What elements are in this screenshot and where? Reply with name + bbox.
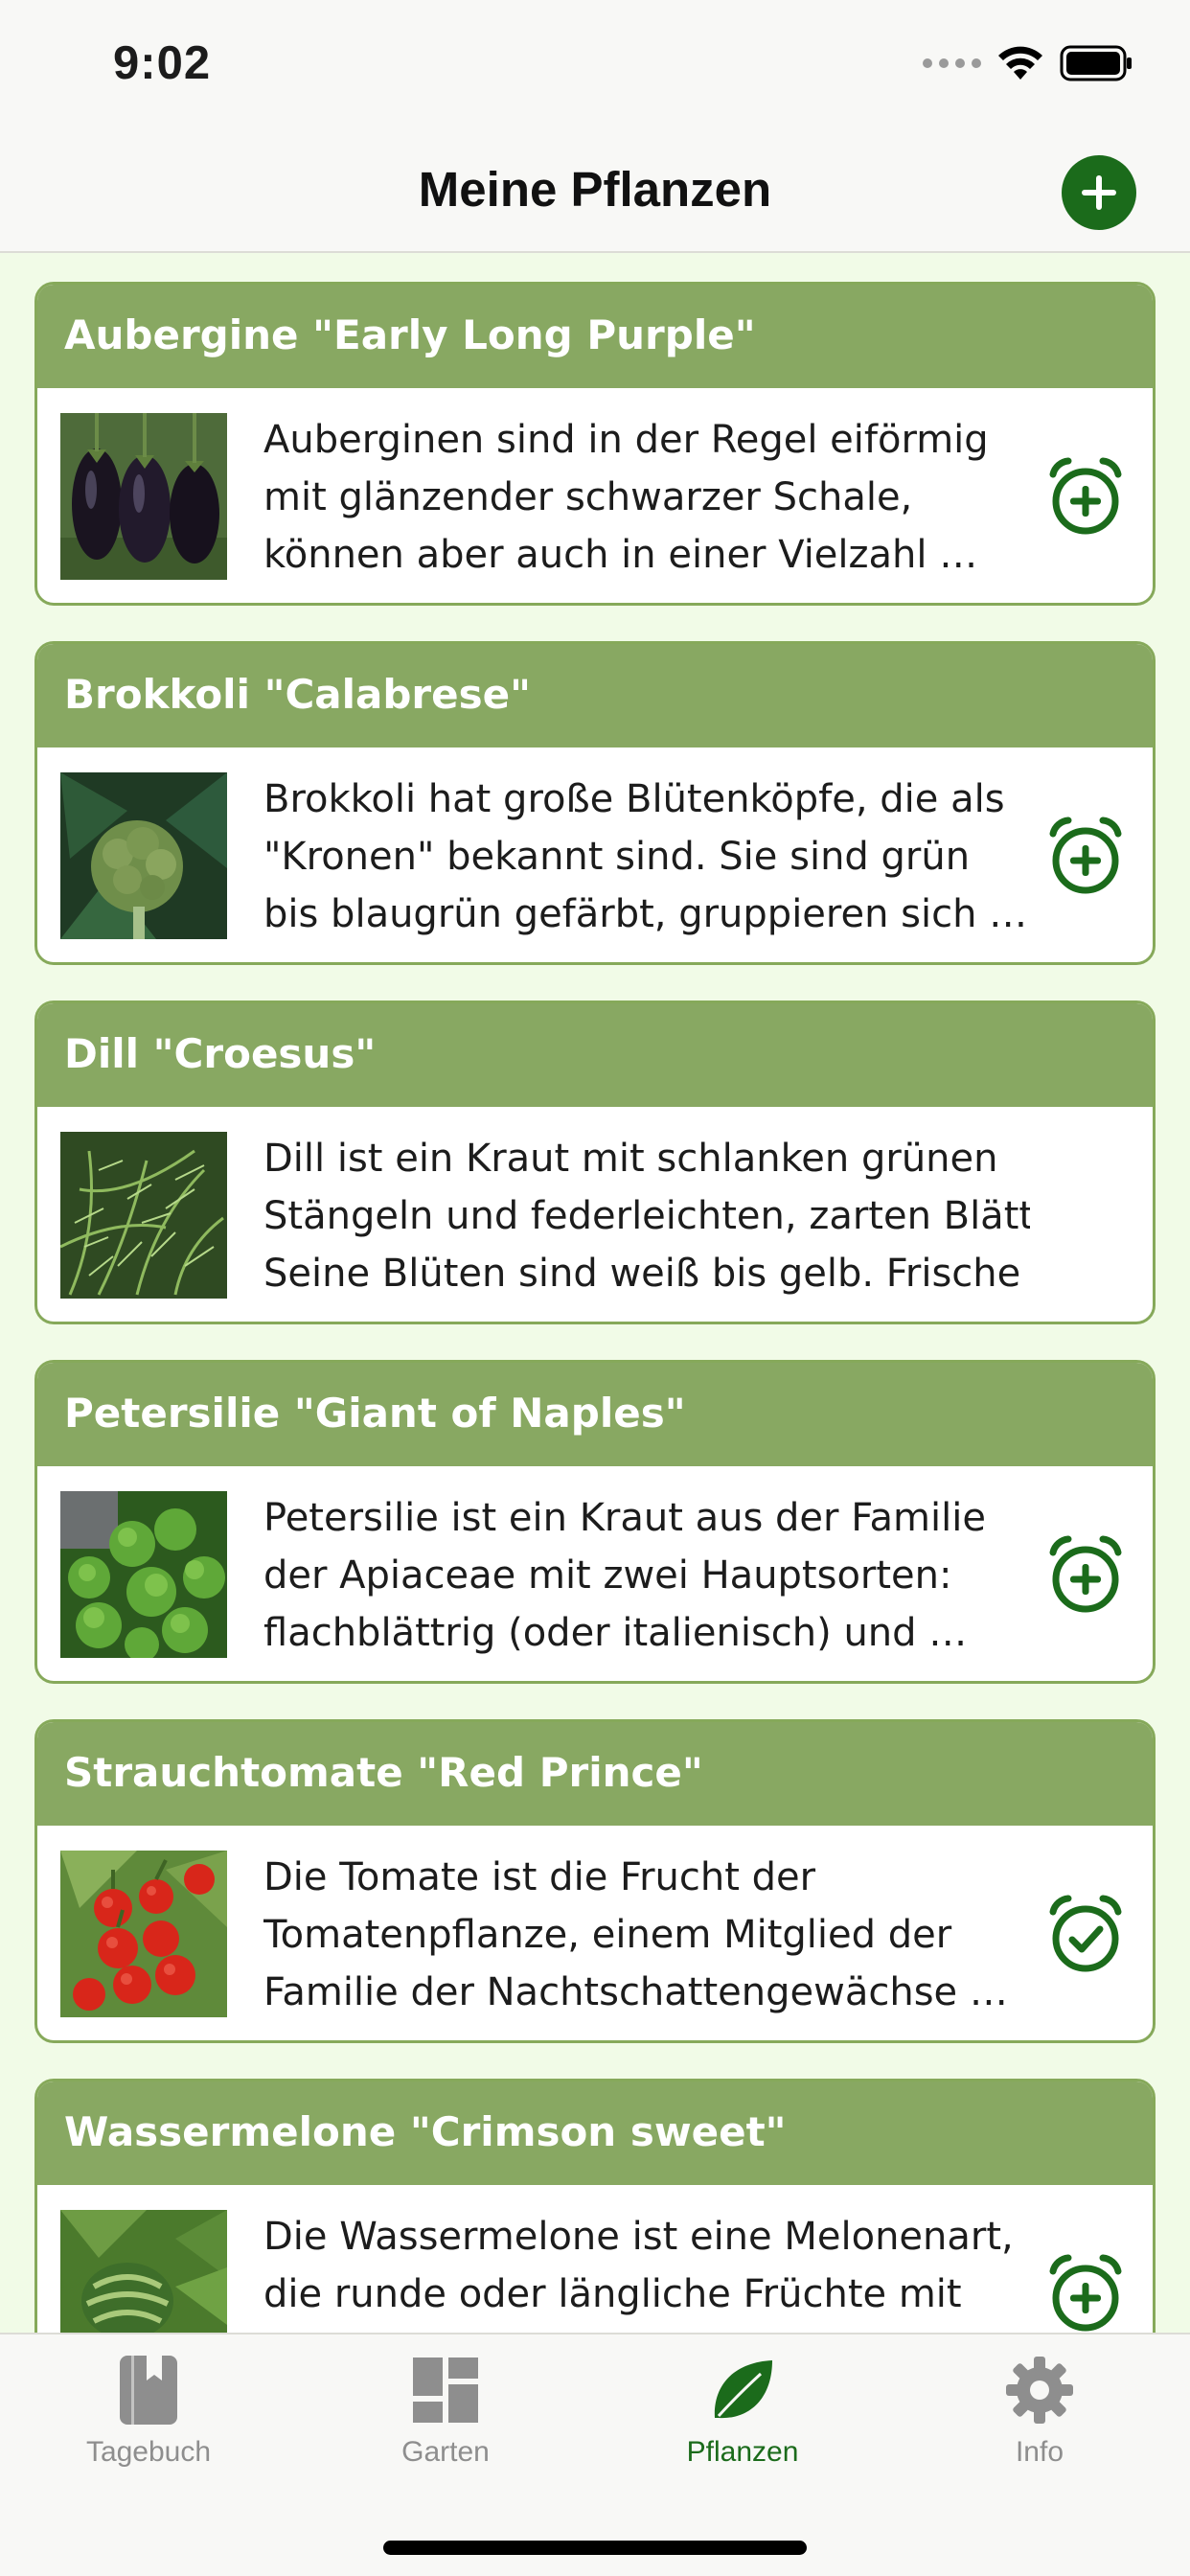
plant-card-body: Brokkoli hat große Blütenköpfe, die als …	[37, 748, 1153, 962]
dill-image	[60, 1132, 227, 1299]
plant-card-body: Auberginen sind in der Regel eiförmig mi…	[37, 388, 1153, 603]
plant-name: Wassermelone "Crimson sweet"	[37, 2082, 1153, 2185]
navigation-bar: Meine Pflanzen	[0, 134, 1190, 253]
description-line: die runde oder längliche Früchte mit	[263, 2272, 962, 2316]
tab-pflanzen[interactable]: Pflanzen	[594, 2334, 891, 2507]
description-line: Die Tomate ist die Frucht der	[263, 1855, 816, 1899]
plant-name: Aubergine "Early Long Purple"	[37, 285, 1153, 388]
page-title: Meine Pflanzen	[418, 162, 772, 217]
status-time: 9:02	[113, 37, 212, 89]
plant-card-body: Petersilie ist ein Kraut aus der Familie…	[37, 1466, 1153, 1681]
plant-card-body: Die Wassermelone ist eine Melonenart, di…	[37, 2185, 1153, 2333]
parsley-image	[60, 1491, 227, 1658]
plant-name: Strauchtomate "Red Prince"	[37, 1722, 1153, 1826]
alarm-add-button[interactable]	[1047, 815, 1124, 897]
wifi-icon	[998, 46, 1042, 80]
description-line: Petersilie ist ein Kraut aus der Familie	[263, 1496, 986, 1540]
description-line: Die Wassermelone ist eine Melonenart,	[263, 2215, 1014, 2259]
tomato-image	[60, 1851, 227, 2017]
status-bar: 9:02	[0, 0, 1190, 134]
description-line: bis blaugrün gefärbt, gruppieren sich …	[263, 892, 1028, 936]
description-line: können aber auch in einer Vielzahl …	[263, 533, 978, 577]
tab-bar: Tagebuch Garten Pflanzen Info	[0, 2333, 1190, 2576]
dashboard-icon	[413, 2358, 478, 2423]
plant-list[interactable]: Aubergine "Early Long Purple" Auberginen…	[34, 282, 1156, 2333]
plant-name: Dill "Croesus"	[37, 1003, 1153, 1107]
broccoli-image	[60, 772, 227, 939]
alarm-set-button[interactable]	[1047, 1893, 1124, 1975]
leaf-icon	[714, 2360, 772, 2419]
plant-card[interactable]: Dill "Croesus" Dill ist ein Kraut mit sc…	[34, 1000, 1156, 1324]
plant-description: Die Wassermelone ist eine Melonenart, di…	[263, 2208, 1030, 2323]
tab-garten[interactable]: Garten	[297, 2334, 594, 2507]
description-line: Tomatenpflanze, einem Mitglied der	[263, 1913, 952, 1957]
gear-icon	[1006, 2357, 1073, 2424]
status-icons	[923, 42, 1133, 84]
home-indicator[interactable]	[383, 2541, 807, 2555]
tab-label: Tagebuch	[85, 2436, 212, 2468]
description-line: Seine Blüten sind weiß bis gelb. Frische…	[263, 1252, 1030, 1296]
description-line: der Apiaceae mit zwei Hauptsorten:	[263, 1553, 952, 1598]
eggplant-image	[60, 413, 227, 580]
battery-icon	[1060, 45, 1132, 81]
tab-info[interactable]: Info	[891, 2334, 1188, 2507]
alarm-add-icon	[1049, 457, 1122, 535]
plant-name: Petersilie "Giant of Naples"	[37, 1363, 1153, 1466]
plant-card[interactable]: Wassermelone "Crimson sweet" Die Wasserm…	[34, 2079, 1156, 2333]
description-line: flachblättrig (oder italienisch) und …	[263, 1611, 968, 1655]
add-plant-button[interactable]	[1062, 155, 1136, 230]
alarm-add-icon	[1049, 816, 1122, 894]
description-line: Brokkoli hat große Blütenköpfe, die als	[263, 777, 1005, 821]
alarm-add-button[interactable]	[1047, 1533, 1124, 1616]
description-line: Auberginen sind in der Regel eiförmig	[263, 418, 989, 462]
alarm-add-icon	[1049, 2254, 1122, 2332]
plant-card-body: Die Tomate ist die Frucht der Tomatenpfl…	[37, 1826, 1153, 2040]
plant-description: Dill ist ein Kraut mit schlanken grünen …	[263, 1130, 1030, 1302]
description-line: Familie der Nachtschattengewächse …	[263, 1970, 1008, 2014]
book-icon	[120, 2356, 177, 2425]
description-line: Stängeln und federleichten, zarten Blätt…	[263, 1194, 1030, 1238]
plant-card[interactable]: Aubergine "Early Long Purple" Auberginen…	[34, 282, 1156, 606]
alarm-add-icon	[1049, 1535, 1122, 1613]
plant-card[interactable]: Strauchtomate "Red Prince" Die Tomate is…	[34, 1719, 1156, 2043]
description-line: "Kronen" bekannt sind. Sie sind grün	[263, 835, 971, 879]
tab-label: Info	[1015, 2436, 1064, 2468]
plant-card[interactable]: Brokkoli "Calabrese" Brokkoli hat große …	[34, 641, 1156, 965]
description-line: Dill ist ein Kraut mit schlanken grünen	[263, 1137, 998, 1181]
watermelon-image	[60, 2210, 227, 2333]
plant-description: Die Tomate ist die Frucht der Tomatenpfl…	[263, 1849, 1030, 2021]
plant-card-body: Dill ist ein Kraut mit schlanken grünen …	[37, 1107, 1153, 1322]
plant-name: Brokkoli "Calabrese"	[37, 644, 1153, 748]
plant-description: Petersilie ist ein Kraut aus der Familie…	[263, 1489, 1030, 1662]
plant-card[interactable]: Petersilie "Giant of Naples" Petersilie …	[34, 1360, 1156, 1684]
plant-description: Brokkoli hat große Blütenköpfe, die als …	[263, 770, 1030, 943]
alarm-add-button[interactable]	[1047, 455, 1124, 538]
description-line: mit glänzender schwarzer Schale,	[263, 475, 913, 519]
alarm-check-icon	[1049, 1895, 1122, 1972]
tab-tagebuch[interactable]: Tagebuch	[0, 2334, 297, 2507]
tab-label: Pflanzen	[686, 2436, 799, 2468]
plus-icon	[1082, 175, 1116, 210]
plant-description: Auberginen sind in der Regel eiförmig mi…	[263, 411, 1030, 584]
alarm-add-button[interactable]	[1047, 2252, 1124, 2333]
tab-label: Garten	[401, 2436, 490, 2468]
cellular-signal-icon	[923, 58, 981, 68]
